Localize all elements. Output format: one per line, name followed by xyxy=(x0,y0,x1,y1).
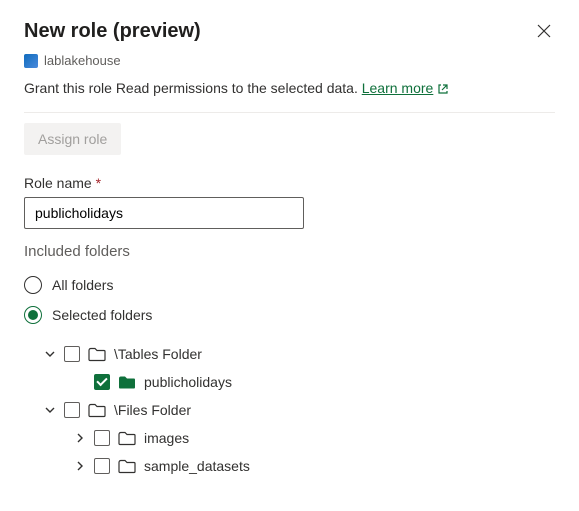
radio-selected-folders[interactable]: Selected folders xyxy=(24,300,555,330)
radio-selected-label: Selected folders xyxy=(52,307,152,323)
tree-label: publicholidays xyxy=(144,374,232,390)
checkbox[interactable] xyxy=(94,374,110,390)
radio-all-folders[interactable]: All folders xyxy=(24,270,555,300)
checkbox[interactable] xyxy=(64,346,80,362)
radio-icon xyxy=(24,276,42,294)
tree-row-tables-folder[interactable]: \Tables Folder xyxy=(24,340,555,368)
folder-icon xyxy=(118,431,136,446)
folder-icon xyxy=(88,347,106,362)
table-icon xyxy=(118,375,136,390)
separator xyxy=(24,112,555,113)
external-link-icon xyxy=(437,82,449,98)
chevron-right-icon[interactable] xyxy=(74,433,86,443)
learn-more-link[interactable]: Learn more xyxy=(362,80,434,96)
tree-row-files-folder[interactable]: \Files Folder xyxy=(24,396,555,424)
checkbox[interactable] xyxy=(64,402,80,418)
chevron-down-icon[interactable] xyxy=(44,405,56,415)
tree-label: \Tables Folder xyxy=(114,346,202,362)
tree-label: images xyxy=(144,430,189,446)
page-title: New role (preview) xyxy=(24,20,201,43)
context-row: lablakehouse xyxy=(24,53,555,68)
checkbox[interactable] xyxy=(94,430,110,446)
chevron-down-icon[interactable] xyxy=(44,349,56,359)
folder-icon xyxy=(88,403,106,418)
lakehouse-icon xyxy=(24,54,38,68)
folder-tree: \Tables Folder publicholidays \Files Fol… xyxy=(24,340,555,480)
tree-row-publicholidays[interactable]: publicholidays xyxy=(24,368,555,396)
description: Grant this role Read permissions to the … xyxy=(24,80,555,98)
context-name: lablakehouse xyxy=(44,53,121,68)
checkbox[interactable] xyxy=(94,458,110,474)
tree-label: sample_datasets xyxy=(144,458,250,474)
description-text: Grant this role Read permissions to the … xyxy=(24,80,358,96)
tree-label: \Files Folder xyxy=(114,402,191,418)
tree-row-sample-datasets[interactable]: sample_datasets xyxy=(24,452,555,480)
assign-role-button[interactable]: Assign role xyxy=(24,123,121,155)
tree-row-images[interactable]: images xyxy=(24,424,555,452)
chevron-right-icon[interactable] xyxy=(74,461,86,471)
role-name-label: Role name * xyxy=(24,175,555,191)
close-button[interactable] xyxy=(533,20,555,45)
included-folders-label: Included folders xyxy=(24,243,555,260)
folder-icon xyxy=(118,459,136,474)
radio-icon xyxy=(24,306,42,324)
radio-all-label: All folders xyxy=(52,277,113,293)
role-name-input[interactable] xyxy=(24,197,304,229)
close-icon xyxy=(537,24,551,38)
